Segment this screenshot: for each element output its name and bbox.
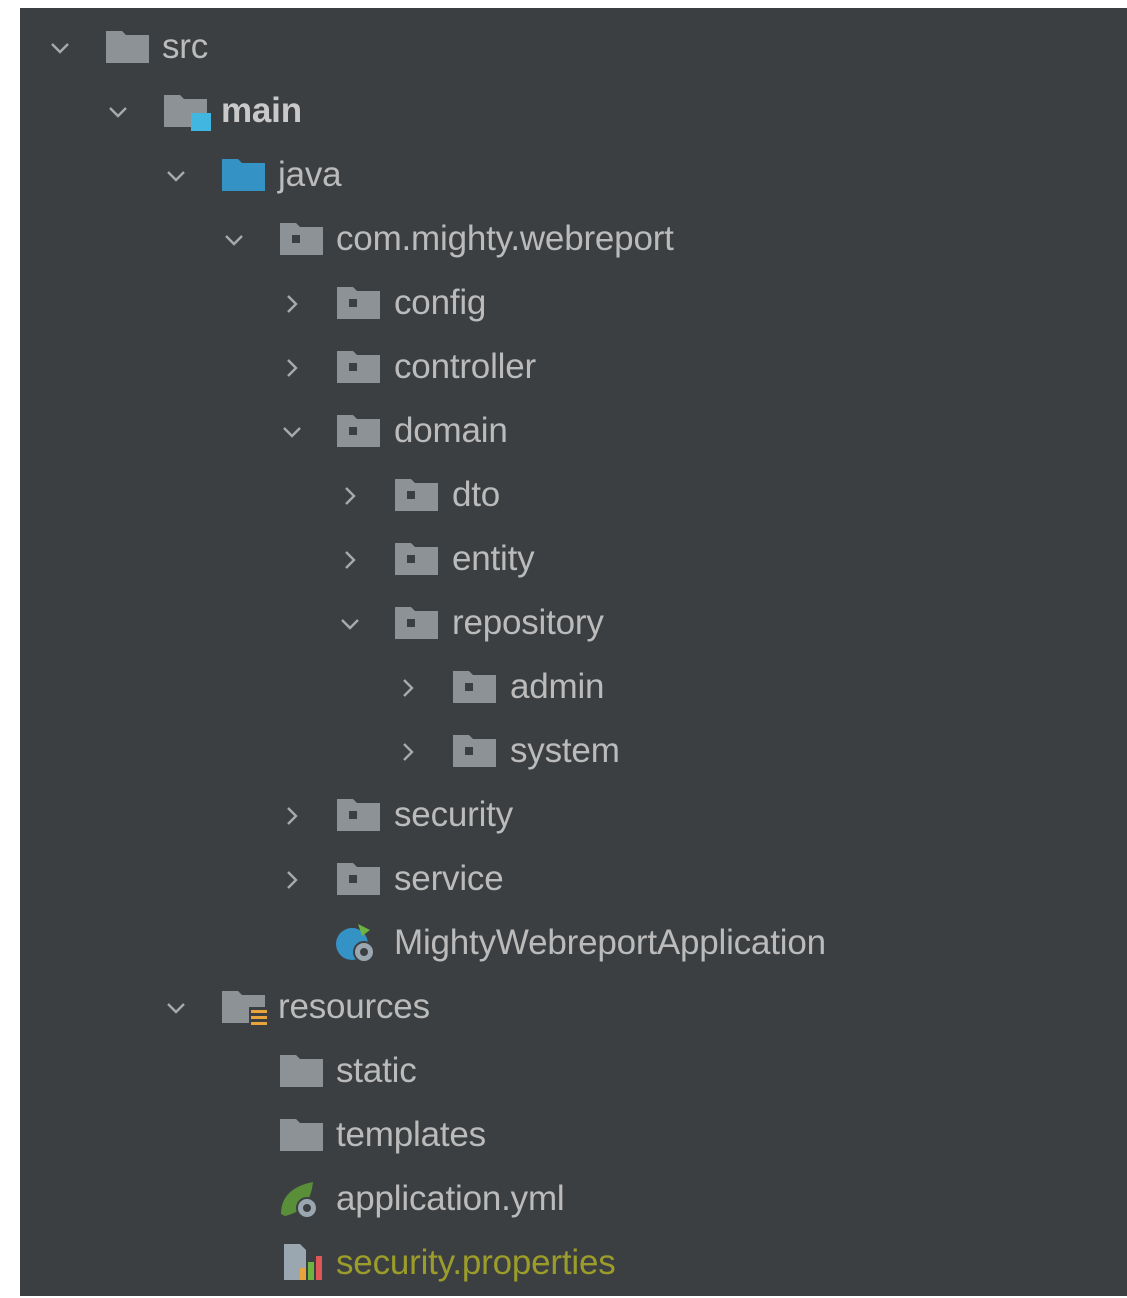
chevron-right-icon[interactable] — [278, 290, 306, 318]
tree-node-java[interactable]: java — [20, 144, 1127, 208]
tree-node-controller[interactable]: controller — [20, 336, 1127, 400]
tree-label: config — [394, 283, 487, 322]
tree-node-main[interactable]: main — [20, 80, 1127, 144]
tree-node-package[interactable]: com.mighty.webreport — [20, 208, 1127, 272]
tree-label: entity — [452, 539, 535, 578]
tree-node-security[interactable]: security — [20, 784, 1127, 848]
chevron-right-icon[interactable] — [278, 354, 306, 382]
package-icon — [452, 733, 498, 769]
tree-label: MightyWebreportApplication — [394, 923, 826, 962]
tree-node-resources[interactable]: resources — [20, 976, 1127, 1040]
package-icon — [336, 285, 382, 321]
tree-node-config[interactable]: config — [20, 272, 1127, 336]
chevron-down-icon[interactable] — [162, 162, 190, 190]
tree-label: repository — [452, 603, 604, 642]
tree-node-application-yml[interactable]: application.yml — [20, 1168, 1127, 1232]
tree-node-admin[interactable]: admin — [20, 656, 1127, 720]
tree-label: application.yml — [336, 1179, 565, 1218]
properties-file-icon — [282, 1238, 328, 1280]
package-icon — [452, 669, 498, 705]
tree-label: security — [394, 795, 513, 834]
tree-node-service[interactable]: service — [20, 848, 1127, 912]
chevron-down-icon[interactable] — [278, 418, 306, 446]
chevron-down-icon[interactable] — [162, 994, 190, 1022]
spring-config-file-icon — [277, 1176, 323, 1219]
module-folder-icon — [163, 93, 211, 131]
tree-label: dto — [452, 475, 501, 514]
package-icon — [394, 605, 440, 641]
folder-icon — [279, 1053, 325, 1089]
chevron-right-icon[interactable] — [278, 802, 306, 830]
tree-label: templates — [336, 1115, 486, 1154]
package-icon — [336, 797, 382, 833]
chevron-right-icon[interactable] — [394, 674, 422, 702]
tree-node-entity[interactable]: entity — [20, 528, 1127, 592]
tree-label: controller — [394, 347, 536, 386]
tree-node-repository[interactable]: repository — [20, 592, 1127, 656]
package-icon — [279, 221, 325, 257]
tree-node-application-class[interactable]: MightyWebreportApplication — [20, 912, 1127, 976]
tree-label: domain — [394, 411, 508, 450]
tree-label: src — [162, 27, 209, 66]
tree-node-security-properties[interactable]: security.properties — [20, 1232, 1127, 1296]
chevron-right-icon[interactable] — [394, 738, 422, 766]
chevron-down-icon[interactable] — [46, 34, 74, 62]
spring-boot-class-icon — [334, 920, 380, 963]
tree-node-templates[interactable]: templates — [20, 1104, 1127, 1168]
package-icon — [394, 477, 440, 513]
package-icon — [336, 413, 382, 449]
tree-label: resources — [278, 987, 430, 1026]
resources-folder-icon — [221, 989, 269, 1027]
tree-node-src[interactable]: src — [20, 16, 1127, 80]
tree-label: main — [221, 91, 302, 130]
chevron-down-icon[interactable] — [336, 610, 364, 638]
chevron-down-icon[interactable] — [220, 226, 248, 254]
chevron-right-icon[interactable] — [336, 546, 364, 574]
tree-label: admin — [510, 667, 605, 706]
tree-node-dto[interactable]: dto — [20, 464, 1127, 528]
tree-node-domain[interactable]: domain — [20, 400, 1127, 464]
project-tree: src main java com.mighty.webreport confi… — [20, 8, 1127, 1296]
tree-label: security.properties — [336, 1243, 616, 1282]
folder-icon — [105, 29, 151, 65]
tree-label: com.mighty.webreport — [336, 219, 674, 258]
tree-node-static[interactable]: static — [20, 1040, 1127, 1104]
package-icon — [336, 349, 382, 385]
tree-label: static — [336, 1051, 417, 1090]
package-icon — [394, 541, 440, 577]
tree-label: java — [278, 155, 342, 194]
tree-label: system — [510, 731, 620, 770]
tree-node-system[interactable]: system — [20, 720, 1127, 784]
chevron-right-icon[interactable] — [278, 866, 306, 894]
package-icon — [336, 861, 382, 897]
folder-icon — [279, 1117, 325, 1153]
source-folder-icon — [221, 157, 267, 193]
chevron-down-icon[interactable] — [104, 98, 132, 126]
tree-label: service — [394, 859, 504, 898]
chevron-right-icon[interactable] — [336, 482, 364, 510]
